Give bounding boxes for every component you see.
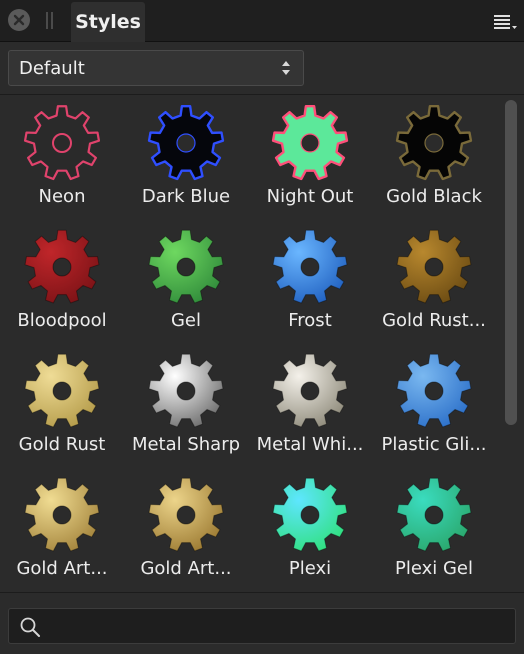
search-field[interactable] xyxy=(8,608,516,644)
select-arrows-icon xyxy=(282,61,290,75)
style-preset-label: Gold Art... xyxy=(16,558,108,579)
style-preset-label: Night Out xyxy=(266,186,354,207)
panel-menu-icon[interactable] xyxy=(492,12,518,32)
style-preset-item[interactable]: Plastic Gli... xyxy=(372,344,496,468)
style-preset-label: Gold Rust xyxy=(18,434,106,455)
gear-icon xyxy=(272,353,348,428)
style-preset-label: Gold Art... xyxy=(140,558,232,579)
style-preset-item[interactable]: Gold Black xyxy=(372,96,496,220)
style-preset-item[interactable]: Plexi xyxy=(248,468,372,590)
close-icon xyxy=(13,14,25,26)
style-preset-label: Plastic Gli... xyxy=(381,434,487,455)
gear-icon xyxy=(272,477,348,552)
style-preset-label: Frost xyxy=(288,310,332,331)
style-preset-label: Plexi xyxy=(288,558,332,579)
style-preset-label: Metal Whi... xyxy=(256,434,364,455)
style-preset-item[interactable]: Night Out xyxy=(248,96,372,220)
style-preset-item[interactable]: Gold Rust xyxy=(0,344,124,468)
style-preset-item[interactable]: Gold Rust... xyxy=(372,220,496,344)
style-preset-item[interactable]: Gold Art... xyxy=(124,468,248,590)
gear-icon xyxy=(23,105,101,181)
gear-icon xyxy=(24,353,100,428)
drag-handle-icon[interactable] xyxy=(46,12,54,29)
style-preset-item[interactable]: Bloodpool xyxy=(0,220,124,344)
divider xyxy=(0,592,524,593)
style-preset-item[interactable]: Metal Whi... xyxy=(248,344,372,468)
style-preset-item[interactable]: Frost xyxy=(248,220,372,344)
gear-icon xyxy=(396,229,472,304)
style-preset-label: Gel xyxy=(170,310,202,331)
style-preset-item[interactable]: Gold Art... xyxy=(0,468,124,590)
gear-icon xyxy=(24,229,100,304)
styles-grid: Neon Dark Blue Night Out Gold Black Bloo… xyxy=(0,96,500,590)
style-preset-item[interactable]: Metal Sharp xyxy=(124,344,248,468)
style-preset-label: Neon xyxy=(38,186,86,207)
scrollbar[interactable] xyxy=(505,100,517,425)
gear-icon xyxy=(271,105,349,181)
gear-icon xyxy=(148,229,224,304)
style-preset-item[interactable]: Dark Blue xyxy=(124,96,248,220)
gear-icon xyxy=(148,353,224,428)
close-panel-button[interactable] xyxy=(8,9,30,31)
style-preset-item[interactable]: Neon xyxy=(0,96,124,220)
style-preset-item[interactable]: Plexi Gel xyxy=(372,468,496,590)
search-input[interactable] xyxy=(49,613,503,641)
gear-icon xyxy=(148,477,224,552)
search-icon xyxy=(20,617,40,637)
gear-icon xyxy=(396,477,472,552)
gear-icon xyxy=(272,229,348,304)
gear-icon xyxy=(395,105,473,181)
gear-icon xyxy=(147,105,225,181)
preset-category-value: Default xyxy=(19,58,85,79)
preset-category-select[interactable]: Default xyxy=(8,50,304,86)
gear-icon xyxy=(396,353,472,428)
style-preset-label: Bloodpool xyxy=(17,310,107,331)
style-preset-label: Gold Rust... xyxy=(382,310,486,331)
tab-styles[interactable]: Styles xyxy=(71,2,145,42)
gear-icon xyxy=(24,477,100,552)
panel-tab-bar: Styles xyxy=(0,0,524,42)
style-preset-label: Metal Sharp xyxy=(131,434,241,455)
style-preset-item[interactable]: Gel xyxy=(124,220,248,344)
style-preset-label: Dark Blue xyxy=(141,186,231,207)
divider xyxy=(0,94,524,95)
style-preset-label: Plexi Gel xyxy=(394,558,473,579)
style-preset-label: Gold Black xyxy=(386,186,482,207)
